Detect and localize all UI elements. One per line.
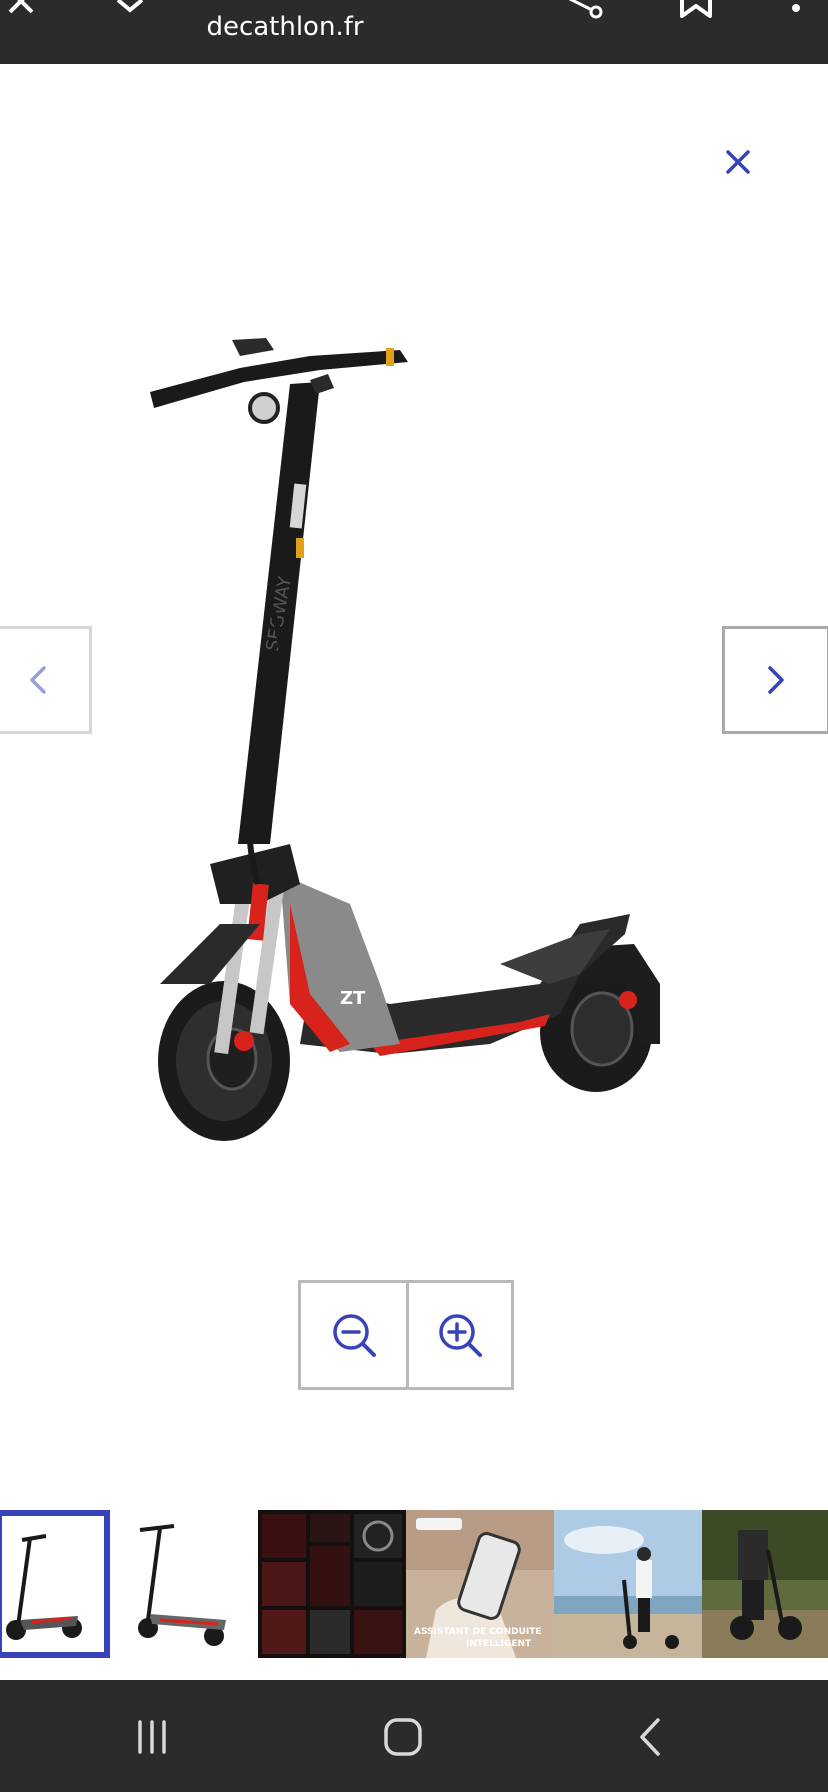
share-icon[interactable] [562, 0, 606, 30]
close-icon [726, 150, 750, 174]
thumbnail-3[interactable] [258, 1510, 406, 1658]
product-image: ZT SEGWAY [140, 284, 680, 1164]
zoom-controls [298, 1280, 514, 1390]
recent-apps-icon[interactable] [124, 1710, 184, 1770]
thumbnail-5[interactable] [554, 1510, 702, 1658]
url-text[interactable]: decathlon.fr [0, 12, 570, 42]
close-viewer-button[interactable] [718, 142, 758, 182]
back-icon[interactable] [624, 1710, 684, 1770]
svg-text:ASSISTANT DE CONDUITE: ASSISTANT DE CONDUITE [414, 1627, 542, 1637]
more-icon[interactable] [776, 0, 820, 30]
thumbnail-2[interactable] [130, 1510, 240, 1658]
chevron-left-icon [30, 666, 46, 694]
previous-image-button[interactable] [0, 626, 92, 734]
bookmark-icon[interactable] [674, 0, 718, 30]
system-navigation-bar [0, 1680, 828, 1792]
zoom-out-icon [332, 1314, 376, 1357]
zoom-in-button[interactable] [406, 1283, 511, 1387]
image-viewer: ZT SEGWAY ASSISTANT DE CONDUITE INTELLIG… [0, 64, 828, 1680]
browser-toolbar: decathlon.fr [0, 0, 828, 64]
next-image-button[interactable] [722, 626, 828, 734]
thumbnail-6[interactable] [702, 1510, 828, 1658]
thumbnail-4[interactable]: ASSISTANT DE CONDUITE INTELLIGENT [406, 1510, 554, 1658]
svg-text:INTELLIGENT: INTELLIGENT [466, 1639, 532, 1649]
zoom-out-button[interactable] [301, 1283, 406, 1387]
home-icon[interactable] [374, 1710, 434, 1770]
zoom-in-icon [439, 1314, 482, 1357]
model-logo: ZT [340, 988, 366, 1009]
thumbnail-strip: ASSISTANT DE CONDUITE INTELLIGENT [0, 1446, 828, 1662]
chevron-right-icon [768, 666, 784, 694]
thumbnail-1[interactable] [0, 1510, 110, 1658]
